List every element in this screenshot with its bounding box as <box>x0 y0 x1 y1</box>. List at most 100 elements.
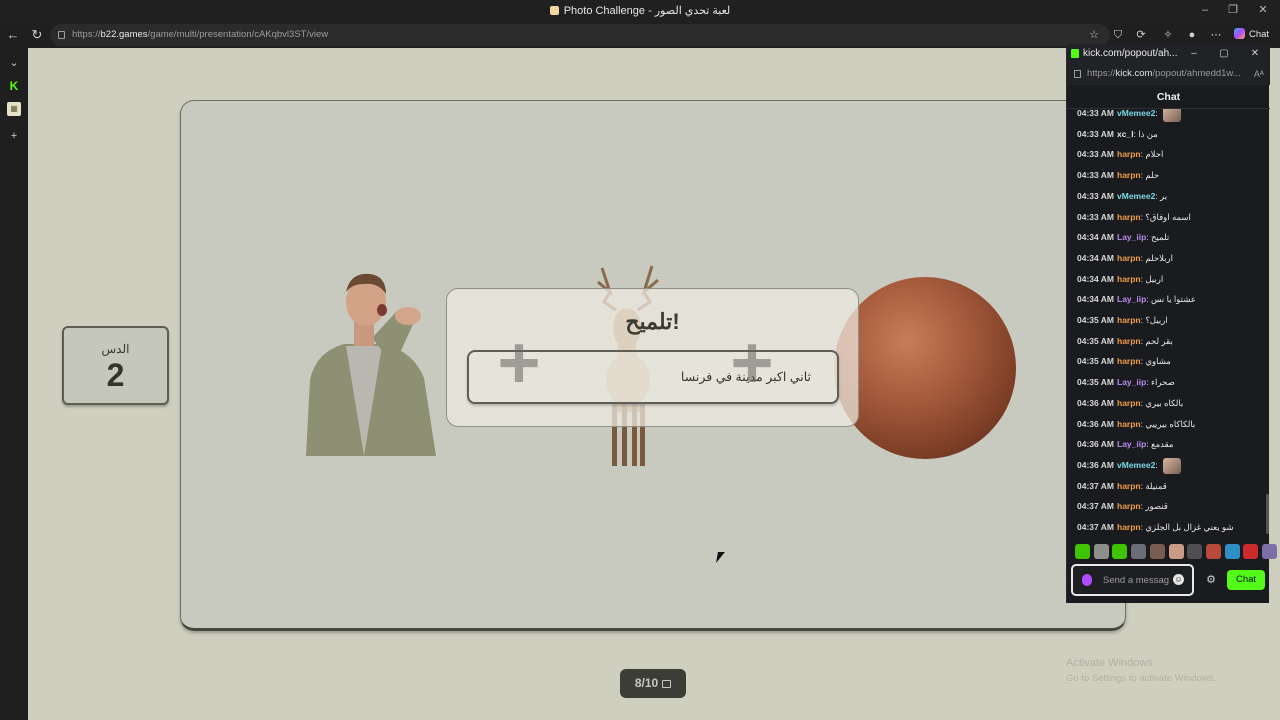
chat-emote-image <box>1163 457 1182 474</box>
kick-tab-icon[interactable]: K <box>7 79 21 93</box>
message-text: قمنيلة <box>1145 480 1167 491</box>
chat-message: 04:34 AM Lay_iip: عشتوا يا نس <box>1077 290 1265 308</box>
quick-emote-button[interactable] <box>1093 544 1109 559</box>
message-timestamp: 04:34 AM <box>1077 232 1115 243</box>
gear-icon[interactable]: ⚙ <box>1204 573 1218 587</box>
message-username[interactable]: vMemee2 <box>1117 460 1155 470</box>
chat-message-list[interactable]: 04:33 AM vMemee2: 04:33 AM xc_l: من ذا 04:3… <box>1067 109 1270 539</box>
refresh-sync-icon[interactable]: ⟳ <box>1134 28 1148 42</box>
chat-scrollbar[interactable] <box>1266 494 1269 534</box>
chat-message: 04:36 AM Lay_iip: مقدمع <box>1077 435 1265 453</box>
message-username[interactable]: harpn <box>1117 419 1141 429</box>
chat-popout-window: kick.com/popout/ah... – ▢ ✕ https://kick… <box>1066 44 1277 603</box>
round-counter[interactable]: 8/10 <box>620 669 686 698</box>
message-text: حلم <box>1145 170 1160 181</box>
chat-message-input[interactable] <box>1103 569 1169 591</box>
smile-icon[interactable]: ☺ <box>1173 574 1184 585</box>
plus-icon-right[interactable]: + <box>720 326 784 400</box>
more-icon[interactable]: ⋯ <box>1209 28 1223 42</box>
message-username[interactable]: harpn <box>1117 315 1141 325</box>
plus-icon[interactable]: + <box>487 326 551 400</box>
shield-icon[interactable]: ⛉ <box>1111 28 1125 42</box>
message-username[interactable]: harpn <box>1117 356 1141 366</box>
close-window-button[interactable]: ✕ <box>1256 3 1270 17</box>
chat-message: 04:35 AM harpn: بقر لحم <box>1077 332 1265 350</box>
copilot-icon <box>1234 28 1245 39</box>
chat-message: 04:35 AM Lay_iip: صحراء <box>1077 373 1265 391</box>
message-username[interactable]: harpn <box>1117 149 1141 159</box>
message-timestamp: 04:35 AM <box>1077 315 1115 325</box>
read-aloud-icon[interactable]: Aᴬ <box>1254 63 1264 85</box>
chevron-down-icon[interactable]: ⌄ <box>7 56 21 70</box>
popout-minimize-button[interactable]: – <box>1187 44 1201 63</box>
shouting-man-image <box>306 273 436 456</box>
popout-title: kick.com/popout/ah... <box>1083 48 1178 59</box>
popout-close-button[interactable]: ✕ <box>1248 44 1262 63</box>
message-username[interactable]: vMemee2 <box>1117 109 1155 118</box>
popout-address-bar[interactable]: https://kick.com/popout/ahmedd1w... Aᴬ <box>1067 63 1270 85</box>
mars-planet-image <box>834 277 1016 459</box>
message-text: تلميح <box>1151 232 1170 243</box>
send-chat-button[interactable]: Chat <box>1227 570 1265 590</box>
popout-maximize-button[interactable]: ▢ <box>1217 44 1231 63</box>
profile-icon[interactable]: ● <box>1185 28 1199 42</box>
chat-message: 04:34 AM harpn: اربلاحلم <box>1077 249 1265 267</box>
chat-message: 04:36 AM harpn: بالكاكاه بيرييي <box>1077 415 1265 433</box>
quick-emote-button[interactable] <box>1224 544 1240 559</box>
minimize-button[interactable]: – <box>1198 3 1212 17</box>
message-username[interactable]: harpn <box>1117 501 1141 511</box>
message-username[interactable]: vMemee2 <box>1117 191 1155 201</box>
message-timestamp: 04:33 AM <box>1077 170 1115 181</box>
message-username[interactable]: harpn <box>1117 522 1141 532</box>
message-username[interactable]: Lay_iip <box>1117 439 1146 449</box>
game-tab-icon[interactable]: ▦ <box>7 102 21 116</box>
quick-emote-button[interactable] <box>1187 544 1203 559</box>
quick-emote-button[interactable] <box>1112 544 1128 559</box>
chat-message: 04:37 AM harpn: شو يعني غزال بل الجلزي <box>1077 518 1265 536</box>
quick-emote-button[interactable] <box>1075 544 1090 559</box>
quick-emote-button[interactable] <box>1243 544 1259 559</box>
message-username[interactable]: Lay_iip <box>1117 232 1146 242</box>
message-username[interactable]: xc_l <box>1117 129 1134 139</box>
message-username[interactable]: Lay_iip <box>1117 377 1146 387</box>
address-bar[interactable]: https://b22.games/game/multi/presentatio… <box>50 24 1110 46</box>
puzzle-icon[interactable]: ✧ <box>1161 28 1175 42</box>
chat-message: 04:35 AM harpn: مشاوي <box>1077 352 1265 370</box>
screen: Photo Challenge - لعبة تحدي الصور – ❐ ✕ … <box>0 0 1280 720</box>
star-icon[interactable]: ☆ <box>1087 28 1101 42</box>
message-username[interactable]: harpn <box>1117 481 1141 491</box>
mic-icon[interactable] <box>1082 574 1092 586</box>
message-username[interactable]: harpn <box>1117 274 1141 284</box>
url-host: b22.games <box>100 29 148 40</box>
message-text: شو يعني غزال بل الجلزي <box>1145 522 1234 532</box>
message-timestamp: 04:33 AM <box>1077 109 1115 118</box>
reload-icon[interactable]: ↻ <box>29 27 45 43</box>
quick-emote-button[interactable] <box>1262 544 1277 559</box>
message-username[interactable]: harpn <box>1117 253 1141 263</box>
message-username[interactable]: harpn <box>1117 170 1141 180</box>
message-timestamp: 04:36 AM <box>1077 397 1115 408</box>
team-score: 2 <box>106 357 125 393</box>
quick-emote-button[interactable] <box>1205 544 1221 559</box>
message-text: اربيل؟ <box>1145 315 1168 325</box>
chat-message: 04:35 AM harpn: اربيل؟ <box>1077 311 1265 329</box>
message-username[interactable]: harpn <box>1117 212 1141 222</box>
message-text: مشاوي <box>1145 356 1171 367</box>
chat-input-box[interactable]: ☺ <box>1071 564 1194 596</box>
restore-button[interactable]: ❐ <box>1226 3 1240 17</box>
kick-logo-icon <box>1071 49 1079 58</box>
message-username[interactable]: harpn <box>1117 336 1141 346</box>
url-prefix: https:// <box>72 29 101 40</box>
new-tab-icon[interactable]: + <box>7 129 21 143</box>
quick-emote-button[interactable] <box>1149 544 1165 559</box>
site-favicon <box>549 6 559 15</box>
quick-emote-button[interactable] <box>1131 544 1147 559</box>
back-arrow-icon[interactable]: ← <box>5 27 21 43</box>
message-username[interactable]: Lay_iip <box>1117 294 1146 304</box>
round-counter-text: 8/10 <box>634 676 659 690</box>
copilot-chat-button[interactable]: Chat <box>1234 28 1278 42</box>
quick-emote-button[interactable] <box>1168 544 1184 559</box>
message-timestamp: 04:37 AM <box>1077 522 1115 532</box>
message-username[interactable]: harpn <box>1117 398 1141 408</box>
chat-message: 04:37 AM harpn: قنصور <box>1077 497 1265 515</box>
